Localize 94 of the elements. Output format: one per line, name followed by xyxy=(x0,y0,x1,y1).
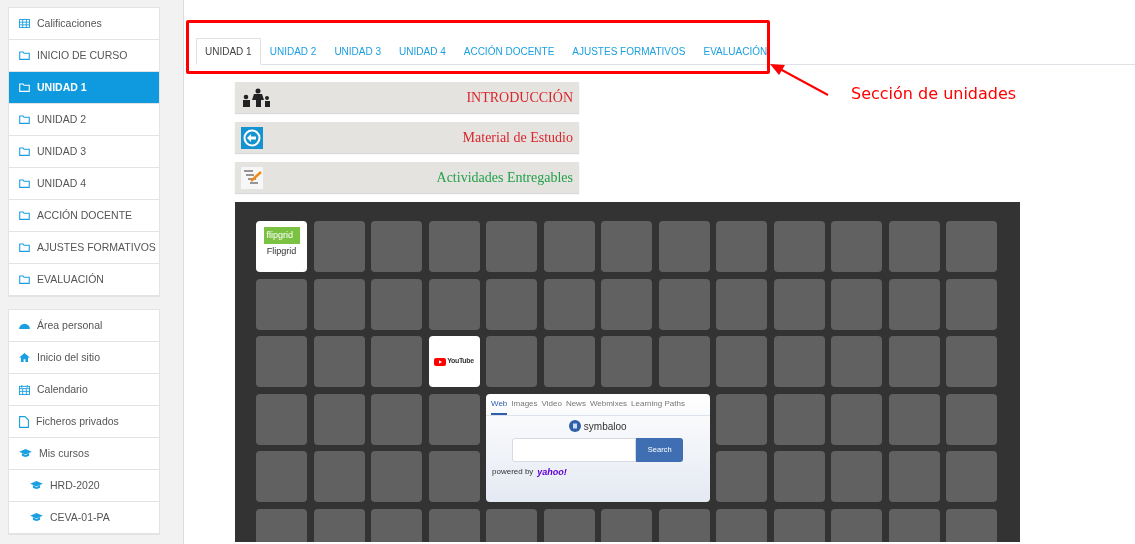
search-tab[interactable]: Webmixes xyxy=(589,397,628,415)
folder-icon xyxy=(19,83,30,92)
annotation-arrow xyxy=(770,63,830,97)
people-icon xyxy=(241,87,271,108)
search-field[interactable] xyxy=(512,437,637,462)
yahoo-logo: yahoo! xyxy=(537,465,567,479)
empty-tile[interactable] xyxy=(831,221,882,272)
empty-tile[interactable] xyxy=(946,393,997,445)
app-tile[interactable]: flipgrid Flipgrid xyxy=(256,221,307,272)
empty-tile[interactable] xyxy=(658,336,710,387)
empty-tile[interactable] xyxy=(888,393,940,445)
empty-tile[interactable] xyxy=(888,221,940,272)
empty-tile[interactable] xyxy=(946,451,997,502)
empty-tile[interactable] xyxy=(831,393,882,445)
folder-icon xyxy=(19,179,30,188)
empty-tile[interactable] xyxy=(486,278,537,330)
home-icon xyxy=(19,353,30,362)
empty-tile[interactable] xyxy=(773,221,825,272)
empty-tile[interactable] xyxy=(371,278,422,330)
folder-icon xyxy=(19,147,30,156)
empty-tile[interactable] xyxy=(543,221,595,272)
search-tab[interactable]: Video xyxy=(541,397,562,415)
empty-tile[interactable] xyxy=(486,336,537,387)
empty-tile[interactable] xyxy=(946,221,997,272)
banner-link[interactable]: Material de Estudio xyxy=(235,122,579,153)
folder-icon xyxy=(19,275,30,284)
graduation-cap-icon xyxy=(19,449,32,458)
empty-tile[interactable] xyxy=(716,451,767,502)
powered-by-text: powered by xyxy=(492,466,534,479)
empty-tile[interactable] xyxy=(773,278,825,330)
empty-tile[interactable] xyxy=(773,451,825,502)
table-icon xyxy=(19,19,30,28)
calendar-icon xyxy=(19,384,30,395)
empty-tile[interactable] xyxy=(256,336,307,387)
empty-tile[interactable] xyxy=(313,336,365,387)
empty-tile[interactable] xyxy=(486,221,537,272)
empty-tile[interactable] xyxy=(428,221,480,272)
folder-icon xyxy=(19,115,30,124)
empty-tile[interactable] xyxy=(946,278,997,330)
empty-tile[interactable] xyxy=(658,221,710,272)
empty-tile[interactable] xyxy=(716,393,767,445)
circle-arrow-icon xyxy=(241,126,263,149)
empty-tile[interactable] xyxy=(371,451,422,502)
search-tab[interactable]: Web xyxy=(491,397,508,415)
folder-icon xyxy=(19,51,30,60)
empty-tile[interactable] xyxy=(313,451,365,502)
folder-icon xyxy=(19,211,30,220)
empty-tile[interactable] xyxy=(256,451,307,502)
empty-tile[interactable] xyxy=(831,336,882,387)
empty-tile[interactable] xyxy=(428,278,480,330)
tab[interactable]: UNIDAD 1 xyxy=(196,38,261,65)
logo-icon xyxy=(568,420,581,432)
empty-tile[interactable] xyxy=(543,336,595,387)
empty-tile[interactable] xyxy=(601,221,652,272)
folder-icon xyxy=(19,243,30,252)
empty-tile[interactable] xyxy=(543,278,595,330)
symbaloo-logo: symbaloo xyxy=(583,419,627,434)
empty-tile[interactable] xyxy=(371,393,422,445)
empty-tile[interactable] xyxy=(256,393,307,445)
empty-tile[interactable] xyxy=(658,278,710,330)
flipgrid-logo: flipgrid xyxy=(263,227,300,244)
empty-tile[interactable] xyxy=(428,451,480,502)
search-tab[interactable]: News xyxy=(565,397,586,415)
graduation-cap-icon xyxy=(30,481,43,490)
empty-tile[interactable] xyxy=(888,278,940,330)
search-tab[interactable]: Learning Paths xyxy=(631,397,685,415)
empty-tile[interactable] xyxy=(888,451,940,502)
empty-tile[interactable] xyxy=(946,336,997,387)
empty-tile[interactable] xyxy=(313,278,365,330)
empty-tile[interactable] xyxy=(371,221,422,272)
empty-tile[interactable] xyxy=(601,336,652,387)
empty-tile[interactable] xyxy=(716,221,767,272)
file-icon xyxy=(19,415,29,428)
empty-tile[interactable] xyxy=(313,221,365,272)
empty-tile[interactable] xyxy=(831,278,882,330)
empty-tile[interactable] xyxy=(313,393,365,445)
empty-tile[interactable] xyxy=(831,451,882,502)
tile-label: Flipgrid xyxy=(266,246,297,257)
empty-tile[interactable] xyxy=(371,336,422,387)
play-icon xyxy=(434,357,447,366)
checklist-icon xyxy=(241,166,263,189)
gauge-icon xyxy=(19,321,30,330)
annotation-label: Sección de unidades xyxy=(851,83,1017,105)
graduation-cap-icon xyxy=(30,513,43,522)
empty-tile[interactable] xyxy=(773,393,825,445)
empty-tile[interactable] xyxy=(716,278,767,330)
empty-tile[interactable] xyxy=(256,278,307,330)
empty-tile[interactable] xyxy=(716,336,767,387)
empty-tile[interactable] xyxy=(601,278,652,330)
banner-link[interactable]: INTRODUCCIÓN xyxy=(235,82,579,113)
empty-tile[interactable] xyxy=(428,393,480,445)
empty-tile[interactable] xyxy=(888,336,940,387)
search-tab[interactable]: Images xyxy=(511,397,538,415)
empty-tile[interactable] xyxy=(773,336,825,387)
